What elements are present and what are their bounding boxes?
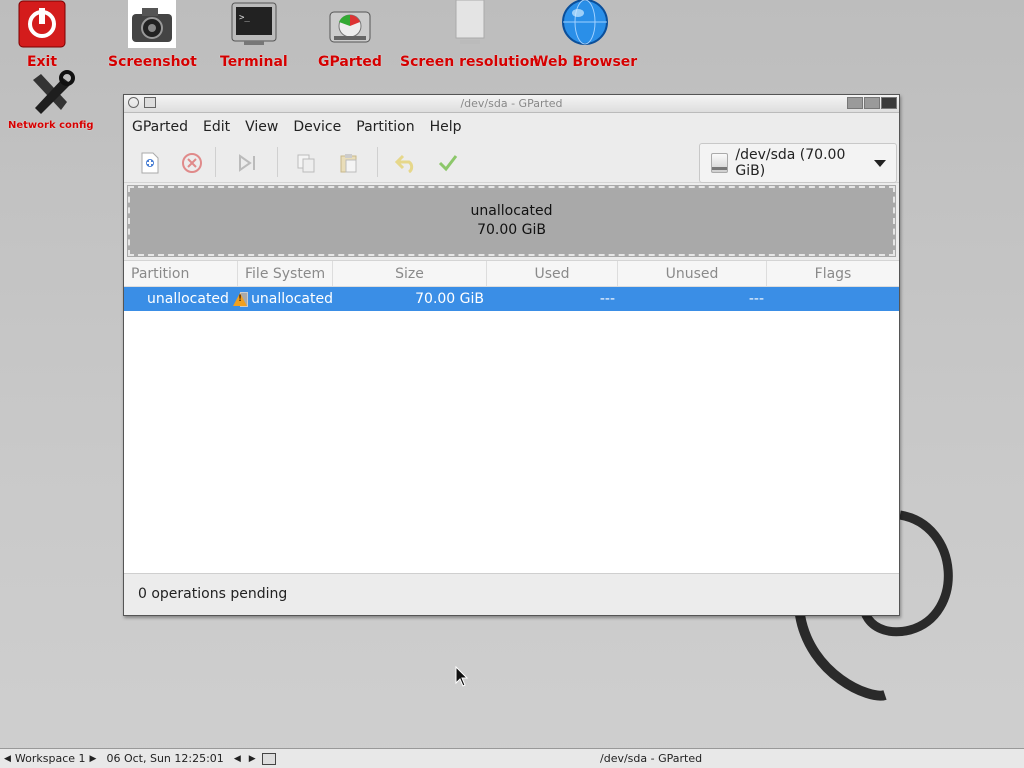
menu-partition[interactable]: Partition <box>356 119 422 135</box>
menu-help[interactable]: Help <box>430 119 470 135</box>
device-selector-label: /dev/sda (70.00 GiB) <box>735 147 846 179</box>
desktop-icon-screenshot[interactable]: Screenshot <box>108 0 197 70</box>
svg-text:>_: >_ <box>239 13 250 23</box>
desktop-icon-screen-resolution[interactable]: Screen resolution <box>400 0 539 70</box>
paste-icon[interactable] <box>337 151 361 175</box>
cell-size: 70.00 GiB <box>415 291 484 307</box>
new-partition-icon[interactable] <box>138 151 162 175</box>
minimize-button[interactable] <box>847 97 863 109</box>
task-next-icon[interactable]: ▶ <box>245 754 260 764</box>
desktop-icon-label: Web Browser <box>533 54 638 70</box>
desktop-icon-gparted[interactable]: GParted <box>318 0 382 70</box>
taskbar: ◀ Workspace 1 ▶ 06 Oct, Sun 12:25:01 ◀ ▶… <box>0 748 1024 768</box>
undo-icon[interactable] <box>394 151 418 175</box>
desktop-icon-label: Network config <box>8 120 94 131</box>
desktop-icon-exit[interactable]: Exit <box>18 0 66 70</box>
warning-icon <box>232 292 247 306</box>
menu-gparted[interactable]: GParted <box>132 119 196 135</box>
desktop-icon-web-browser[interactable]: Web Browser <box>533 0 637 70</box>
disk-graph-area: unallocated 70.00 GiB <box>124 183 899 261</box>
table-header: Partition File System Size Used Unused F… <box>124 261 899 287</box>
desktop-icon-network-config[interactable]: Network config <box>8 70 94 131</box>
harddisk-icon <box>711 153 729 173</box>
menu-bar: GParted Edit View Device Partition Help <box>124 113 899 141</box>
apply-icon[interactable] <box>436 151 460 175</box>
partition-table: Partition File System Size Used Unused F… <box>124 261 899 573</box>
desktop-icon-label: GParted <box>318 54 382 70</box>
cell-unused: --- <box>748 291 764 307</box>
monitor-icon <box>446 0 494 48</box>
cell-partition: unallocated <box>147 291 229 307</box>
workspace-next-icon[interactable]: ▶ <box>86 754 101 764</box>
gparted-disk-icon <box>326 0 374 48</box>
close-button[interactable] <box>881 97 897 109</box>
camera-icon <box>128 0 177 48</box>
column-used[interactable]: Used <box>487 261 618 286</box>
column-size[interactable]: Size <box>333 261 487 286</box>
copy-icon[interactable] <box>294 151 318 175</box>
desktop-icon-label: Screen resolution <box>400 54 540 70</box>
task-window-title[interactable]: /dev/sda - GParted <box>600 752 702 765</box>
graph-label-name: unallocated <box>470 203 553 219</box>
desktop-icon-label: Terminal <box>220 54 288 70</box>
task-app-icon[interactable] <box>261 752 276 765</box>
cell-filesystem: unallocated <box>251 291 333 307</box>
resize-move-icon[interactable] <box>236 151 260 175</box>
window-title: /dev/sda - GParted <box>460 97 563 110</box>
partition-graph-unallocated[interactable]: unallocated 70.00 GiB <box>127 185 896 257</box>
chevron-down-icon <box>874 159 886 167</box>
column-filesystem[interactable]: File System <box>238 261 333 286</box>
column-flags[interactable]: Flags <box>767 261 899 286</box>
gparted-window: /dev/sda - GParted GParted Edit View Dev… <box>123 94 900 616</box>
delete-partition-icon[interactable] <box>180 151 204 175</box>
menu-device[interactable]: Device <box>293 119 349 135</box>
globe-icon <box>561 0 609 48</box>
workspace-prev-icon[interactable]: ◀ <box>0 754 15 764</box>
workspace-label[interactable]: Workspace 1 <box>15 752 86 765</box>
power-icon <box>18 0 66 48</box>
column-unused[interactable]: Unused <box>618 261 767 286</box>
maximize-button[interactable] <box>864 97 880 109</box>
desktop-icon-terminal[interactable]: >_ Terminal <box>220 0 288 70</box>
task-prev-icon[interactable]: ◀ <box>230 754 245 764</box>
column-partition[interactable]: Partition <box>124 261 238 286</box>
tools-icon <box>27 70 75 118</box>
operations-pending-label: 0 operations pending <box>138 585 288 602</box>
menu-view[interactable]: View <box>245 119 286 135</box>
desktop-icon-label: Screenshot <box>108 54 197 70</box>
status-bar: 0 operations pending <box>124 573 899 613</box>
menu-edit[interactable]: Edit <box>203 119 238 135</box>
title-bar[interactable]: /dev/sda - GParted <box>124 95 899 113</box>
terminal-icon: >_ <box>230 0 278 48</box>
table-row[interactable]: unallocated unallocated 70.00 GiB --- --… <box>124 287 899 311</box>
clock: 06 Oct, Sun 12:25:01 <box>106 752 224 765</box>
device-selector[interactable]: /dev/sda (70.00 GiB) <box>699 143 897 183</box>
desktop-icon-label: Exit <box>26 54 58 70</box>
graph-label-size: 70.00 GiB <box>477 222 546 238</box>
toolbar: /dev/sda (70.00 GiB) <box>124 141 899 183</box>
cell-used: --- <box>599 291 615 307</box>
mouse-cursor-icon <box>455 666 469 687</box>
